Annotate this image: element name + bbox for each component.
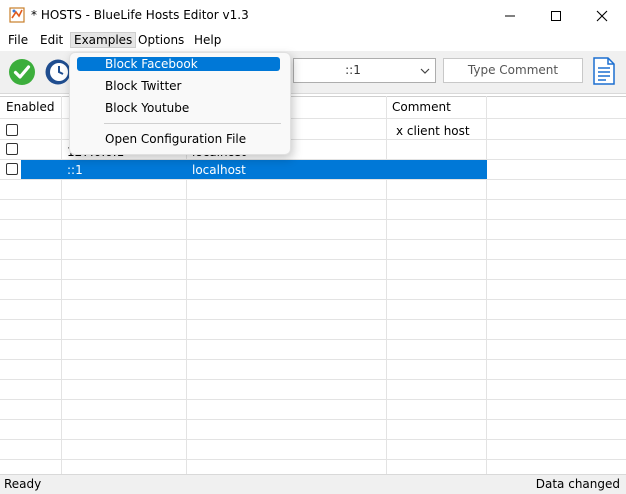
close-icon <box>596 10 608 21</box>
comment-input[interactable]: Type Comment <box>443 58 583 83</box>
grid-divider <box>486 96 487 474</box>
chevron-down-icon[interactable] <box>415 59 435 82</box>
menu-separator <box>104 123 281 124</box>
grid-divider <box>0 239 626 240</box>
menu-examples[interactable]: Examples <box>69 32 137 48</box>
menu-options[interactable]: Options <box>135 33 187 47</box>
grid-divider <box>0 219 626 220</box>
app-icon[interactable] <box>9 7 25 23</box>
column-header-enabled[interactable]: Enabled <box>0 96 62 118</box>
grid-divider <box>0 379 626 380</box>
status-data-changed: Data changed <box>535 477 620 491</box>
grid-divider <box>0 179 626 180</box>
menu-item-block-youtube[interactable]: Block Youtube <box>105 101 189 115</box>
apply-check-icon[interactable] <box>8 58 36 86</box>
status-ready: Ready <box>4 477 42 491</box>
grid-divider <box>61 96 62 474</box>
selected-row[interactable] <box>21 160 487 179</box>
menu-item-block-twitter[interactable]: Block Twitter <box>105 79 182 93</box>
document-icon[interactable] <box>591 57 617 85</box>
menu-item-open-config[interactable]: Open Configuration File <box>105 132 246 146</box>
menu-item-block-facebook[interactable]: Block Facebook <box>105 57 198 71</box>
row-enabled-checkbox[interactable] <box>6 163 18 175</box>
menu-edit[interactable]: Edit <box>37 33 66 47</box>
minimize-icon <box>505 15 515 16</box>
grid-divider <box>0 319 626 320</box>
grid-divider <box>0 419 626 420</box>
close-button[interactable] <box>579 0 625 31</box>
row-host[interactable]: localhost <box>192 163 246 177</box>
grid-divider <box>0 399 626 400</box>
grid-divider <box>0 339 626 340</box>
grid-divider <box>0 279 626 280</box>
grid-divider <box>0 439 626 440</box>
column-header-comment[interactable]: Comment <box>386 96 486 118</box>
grid-divider <box>0 199 626 200</box>
grid-divider <box>0 299 626 300</box>
maximize-button[interactable] <box>533 0 579 31</box>
maximize-icon <box>551 10 561 21</box>
row-comment: x client host <box>396 124 470 138</box>
row-enabled-checkbox[interactable] <box>6 143 18 155</box>
minimize-button[interactable] <box>487 0 533 31</box>
menu-file[interactable]: File <box>5 33 31 47</box>
grid-divider <box>386 96 387 474</box>
grid-divider <box>0 459 626 460</box>
ip-combo-value: ::1 <box>345 63 361 77</box>
grid-divider <box>0 259 626 260</box>
grid-divider <box>0 359 626 360</box>
ip-combo[interactable]: ::1 <box>293 58 436 83</box>
status-bar <box>0 474 626 494</box>
backup-clock-icon[interactable] <box>44 58 72 86</box>
row-ip[interactable]: ::1 <box>67 163 83 177</box>
menu-help[interactable]: Help <box>191 33 224 47</box>
window-title: * HOSTS - BlueLife Hosts Editor v1.3 <box>31 8 249 22</box>
row-enabled-checkbox[interactable] <box>6 124 18 136</box>
